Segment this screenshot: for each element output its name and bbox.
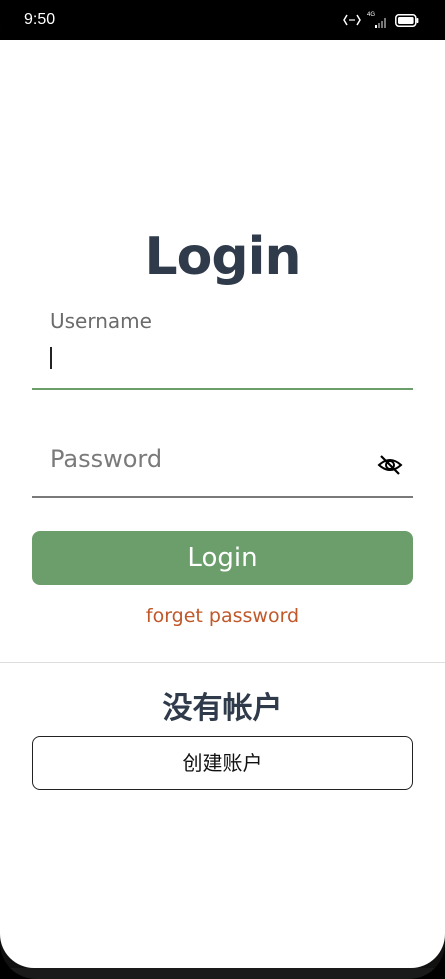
username-label: Username — [50, 309, 152, 333]
login-button[interactable]: Login — [32, 531, 413, 585]
page-title: Login — [144, 227, 302, 287]
username-field[interactable]: Username — [32, 302, 413, 390]
divider — [0, 662, 445, 663]
no-account-prompt: 没有帐户 — [162, 691, 283, 726]
phone-frame: 9:50 4G Login Username Password Login fo… — [0, 0, 445, 979]
text-caret — [50, 347, 52, 369]
forget-password-link[interactable]: forget password — [0, 605, 445, 627]
signal-4g-icon: 4G — [367, 12, 389, 29]
password-field[interactable]: Password — [32, 428, 413, 498]
battery-icon — [395, 12, 419, 31]
bottom-bezel — [0, 968, 445, 979]
app-screen: Login Username Password Login forget pas… — [0, 40, 445, 968]
status-bar: 9:50 4G — [0, 0, 445, 40]
nfc-icon — [343, 12, 361, 31]
status-time: 9:50 — [24, 11, 56, 28]
password-placeholder: Password — [50, 445, 163, 473]
status-icons: 4G — [343, 12, 419, 31]
create-account-button[interactable]: 创建账户 — [32, 736, 413, 790]
eye-off-icon[interactable] — [377, 452, 403, 478]
